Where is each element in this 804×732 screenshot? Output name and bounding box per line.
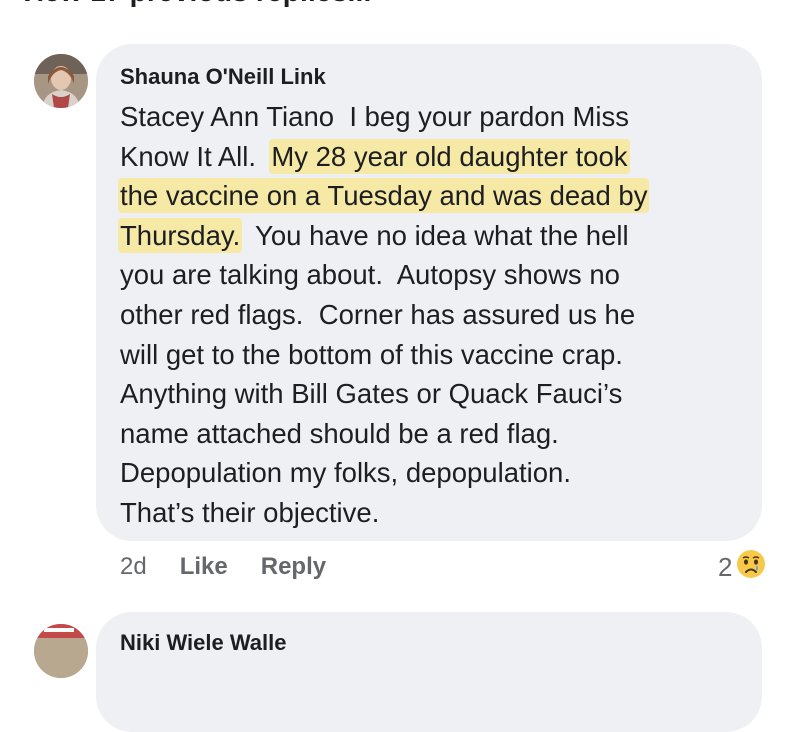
comment-text-line: other red flags. Corner has assured us h… (120, 295, 750, 335)
comment-text-line: Thursday. You have no idea what the hell (120, 216, 750, 256)
comment-text-segment: name attached should be a red flag. (120, 417, 559, 449)
avatar[interactable] (34, 54, 88, 108)
next-comment-author[interactable]: Niki Wiele Walle (120, 630, 286, 656)
comment-text-line: Anything with Bill Gates or Quack Fauci’… (120, 374, 750, 414)
next-comment-avatar[interactable] (34, 624, 88, 678)
comment-actions: 2d Like Reply (120, 552, 326, 582)
comment-text-line: the vaccine on a Tuesday and was dead by (120, 176, 750, 216)
comment-text-line: name attached should be a red flag. (120, 414, 750, 454)
comment-text-line: Know It All. My 28 year old daughter too… (120, 137, 750, 177)
comment-text-line: you are talking about. Autopsy shows no (120, 255, 750, 295)
comment-text-line: will get to the bottom of this vaccine c… (120, 335, 750, 375)
comment-text: Stacey Ann Tiano I beg your pardon Miss K… (120, 97, 750, 533)
view-previous-replies-link[interactable]: View 17 previous replies... (18, 0, 372, 8)
avatar-photo (34, 54, 88, 108)
comment-text-line: Depopulation my folks, depopulation. (120, 453, 750, 493)
comment-author[interactable]: Shauna O'Neill Link (120, 64, 326, 90)
highlighted-text: the vaccine on a Tuesday and was dead by (120, 180, 648, 212)
comment-text-segment: Know It All. (120, 140, 272, 172)
comment-text-segment: Anything with Bill Gates or Quack Fauci’… (120, 378, 623, 410)
comment-text-line: That’s their objective. (120, 493, 750, 533)
highlighted-text: My 28 year old daughter took (271, 140, 628, 172)
comment-text-segment: That’s their objective. (120, 496, 380, 528)
comment-timestamp[interactable]: 2d (120, 553, 147, 581)
reaction-count: 2 (718, 551, 733, 582)
reply-button[interactable]: Reply (261, 553, 326, 581)
sad-face-icon (736, 549, 766, 586)
comment-text-segment: will get to the bottom of this vaccine c… (120, 338, 623, 370)
comment-text-segment: You have no idea what the hell (240, 219, 629, 251)
comment-text-segment: Stacey Ann Tiano I beg your pardon Miss (120, 101, 630, 132)
comment-text-line: Stacey Ann Tiano I beg your pardon Miss (120, 97, 750, 137)
comment-text-segment: you are talking about. Autopsy shows no (120, 259, 620, 291)
comment-text-segment: Depopulation my folks, depopulation. (120, 457, 571, 489)
highlighted-text: Thursday. (120, 219, 241, 251)
reaction-summary[interactable]: 2 (718, 549, 766, 586)
like-button[interactable]: Like (180, 553, 228, 581)
comment-text-segment: other red flags. Corner has assured us h… (120, 298, 636, 330)
